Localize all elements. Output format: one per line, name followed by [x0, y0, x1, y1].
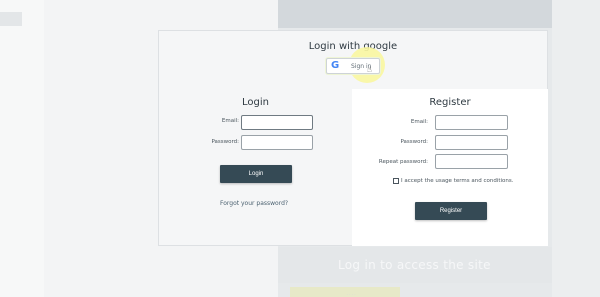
register-email-input[interactable] — [435, 115, 508, 130]
hand-cursor-icon: ☝ — [367, 65, 372, 74]
background-bottom-strip — [290, 287, 400, 297]
google-g-icon: G — [331, 60, 340, 71]
register-password-label: Password: — [400, 139, 428, 145]
background-far-right-panel — [552, 0, 600, 297]
login-password-input[interactable] — [241, 135, 313, 150]
background-bottom-text: .... — [346, 288, 357, 297]
login-pane: Login Email: Password: Login Forgot your… — [159, 89, 352, 246]
google-sign-in-button[interactable]: G Sign in ☝ — [326, 58, 380, 74]
background-left-panel — [0, 0, 44, 297]
google-login-title: Login with google — [308, 41, 398, 52]
background-ghost-text: Log in to access the site — [338, 258, 491, 272]
login-modal: Login with google G Sign in ☝ Login Emai… — [158, 30, 548, 246]
background-right-header — [278, 0, 552, 28]
login-password-label: Password: — [211, 139, 239, 145]
forgot-password-link[interactable]: Forgot your password? — [220, 200, 288, 207]
login-email-label: Email: — [221, 118, 239, 124]
terms-checkbox[interactable] — [393, 178, 399, 184]
register-repeat-password-input[interactable] — [435, 154, 508, 169]
login-title: Login — [242, 97, 269, 108]
register-email-label: Email: — [410, 119, 428, 125]
terms-label: I accept the usage terms and conditions. — [401, 178, 514, 184]
login-button[interactable]: Login — [220, 165, 292, 183]
register-pane: Register Email: Password: Repeat passwor… — [352, 89, 548, 246]
register-password-input[interactable] — [435, 135, 508, 150]
register-repeat-password-label: Repeat password: — [378, 159, 428, 165]
background-left-strip — [0, 12, 22, 26]
login-email-input[interactable] — [241, 115, 313, 130]
register-button[interactable]: Register — [415, 202, 487, 220]
register-title: Register — [429, 97, 471, 108]
